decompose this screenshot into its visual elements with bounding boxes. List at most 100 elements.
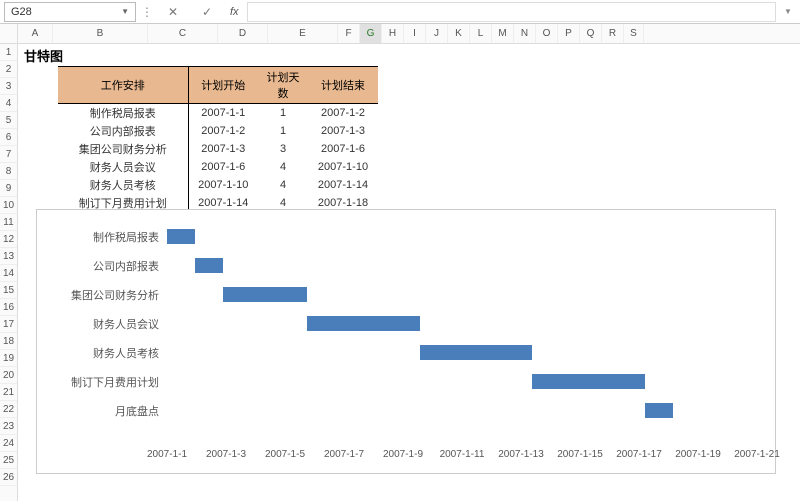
gantt-label: 月底盘点: [115, 396, 167, 425]
column-header[interactable]: J: [426, 24, 448, 43]
row-header[interactable]: 1: [0, 44, 17, 61]
row-header[interactable]: 11: [0, 214, 17, 231]
table-cell: 2007-1-2: [308, 104, 378, 123]
row-header[interactable]: 13: [0, 248, 17, 265]
data-table: 工作安排计划开始计划天数计划结束 制作税局报表2007-1-112007-1-2…: [58, 66, 378, 231]
formula-toolbar: G28 ▼ ⋮ ✕ ✓ fx ▼: [0, 0, 800, 24]
table-cell: 2007-1-3: [308, 122, 378, 140]
row-header[interactable]: 20: [0, 367, 17, 384]
row-header[interactable]: 2: [0, 61, 17, 78]
table-cell: 2007-1-2: [188, 122, 258, 140]
row-header[interactable]: 21: [0, 384, 17, 401]
accept-icon[interactable]: ✓: [192, 2, 222, 22]
gantt-label: 财务人员会议: [93, 309, 167, 338]
row-header[interactable]: 15: [0, 282, 17, 299]
x-tick: 2007-1-1: [142, 449, 192, 460]
chevron-down-icon[interactable]: ▼: [121, 7, 129, 16]
column-header[interactable]: D: [218, 24, 268, 43]
column-header[interactable]: G: [360, 24, 382, 43]
row-header[interactable]: 5: [0, 112, 17, 129]
row-gutter: 1234567891011121314151617181920212223242…: [0, 24, 18, 501]
grid: ABCDEFGHIJKLMNOPQRS 甘特图 工作安排计划开始计划天数计划结束…: [18, 24, 800, 501]
column-header[interactable]: L: [470, 24, 492, 43]
table-cell: 集团公司财务分析: [58, 140, 188, 158]
table-cell: 4: [258, 158, 308, 176]
column-header[interactable]: H: [382, 24, 404, 43]
column-header[interactable]: I: [404, 24, 426, 43]
row-header[interactable]: 19: [0, 350, 17, 367]
row-header[interactable]: 24: [0, 435, 17, 452]
spreadsheet: 1234567891011121314151617181920212223242…: [0, 24, 800, 501]
column-header[interactable]: R: [602, 24, 624, 43]
gantt-label: 公司内部报表: [93, 251, 167, 280]
table-cell: 2007-1-10: [188, 176, 258, 194]
row-header[interactable]: 9: [0, 180, 17, 197]
column-header[interactable]: B: [53, 24, 148, 43]
table-row: 财务人员考核2007-1-1042007-1-14: [58, 176, 378, 194]
x-tick: 2007-1-5: [260, 449, 310, 460]
gantt-bar: [195, 258, 223, 273]
column-header[interactable]: O: [536, 24, 558, 43]
column-header[interactable]: K: [448, 24, 470, 43]
column-header-row: ABCDEFGHIJKLMNOPQRS: [18, 24, 800, 44]
name-box[interactable]: G28 ▼: [4, 2, 136, 22]
table-cell: 1: [258, 104, 308, 123]
row-header[interactable]: 4: [0, 95, 17, 112]
column-header[interactable]: E: [268, 24, 338, 43]
fx-icon[interactable]: fx: [230, 6, 239, 18]
separator: ⋮: [140, 5, 154, 19]
table-cell: 2007-1-10: [308, 158, 378, 176]
table-cell: 2007-1-3: [188, 140, 258, 158]
row-header[interactable]: 16: [0, 299, 17, 316]
table-cell: 制作税局报表: [58, 104, 188, 123]
x-axis: 2007-1-12007-1-32007-1-52007-1-72007-1-9…: [167, 449, 755, 465]
gantt-row: 集团公司财务分析: [47, 280, 765, 309]
row-header[interactable]: 18: [0, 333, 17, 350]
table-row: 财务人员会议2007-1-642007-1-10: [58, 158, 378, 176]
column-header[interactable]: A: [18, 24, 53, 43]
column-header[interactable]: Q: [580, 24, 602, 43]
gantt-label: 财务人员考核: [93, 338, 167, 367]
table-header: 计划结束: [308, 67, 378, 104]
row-header[interactable]: 8: [0, 163, 17, 180]
column-header[interactable]: C: [148, 24, 218, 43]
row-header[interactable]: 10: [0, 197, 17, 214]
cancel-icon[interactable]: ✕: [158, 2, 188, 22]
row-header[interactable]: 22: [0, 401, 17, 418]
row-header[interactable]: 26: [0, 469, 17, 486]
gantt-bar: [307, 316, 419, 331]
row-header[interactable]: 12: [0, 231, 17, 248]
column-header[interactable]: M: [492, 24, 514, 43]
x-tick: 2007-1-17: [614, 449, 664, 460]
column-header[interactable]: P: [558, 24, 580, 43]
table-cell: 2007-1-1: [188, 104, 258, 123]
row-header[interactable]: 7: [0, 146, 17, 163]
formula-bar[interactable]: [247, 2, 776, 22]
row-header[interactable]: 14: [0, 265, 17, 282]
table-cell: 公司内部报表: [58, 122, 188, 140]
table-cell: 4: [258, 176, 308, 194]
column-header[interactable]: S: [624, 24, 644, 43]
chevron-down-icon[interactable]: ▼: [780, 7, 796, 16]
table-header: 工作安排: [58, 67, 188, 104]
row-header[interactable]: 23: [0, 418, 17, 435]
x-tick: 2007-1-19: [673, 449, 723, 460]
gantt-chart[interactable]: 制作税局报表公司内部报表集团公司财务分析财务人员会议财务人员考核制订下月费用计划…: [36, 209, 776, 474]
select-all-corner[interactable]: [0, 24, 17, 44]
x-tick: 2007-1-21: [732, 449, 782, 460]
gantt-bar: [645, 403, 673, 418]
row-header[interactable]: 17: [0, 316, 17, 333]
gantt-label: 制订下月费用计划: [71, 367, 167, 396]
gantt-row: 财务人员考核: [47, 338, 765, 367]
row-header[interactable]: 25: [0, 452, 17, 469]
row-header[interactable]: 3: [0, 78, 17, 95]
row-header[interactable]: 6: [0, 129, 17, 146]
table-header: 计划天数: [258, 67, 308, 104]
table-cell: 2007-1-6: [188, 158, 258, 176]
column-header[interactable]: N: [514, 24, 536, 43]
gantt-row: 公司内部报表: [47, 251, 765, 280]
x-tick: 2007-1-9: [378, 449, 428, 460]
page-title: 甘特图: [24, 46, 63, 65]
column-header[interactable]: F: [338, 24, 360, 43]
x-tick: 2007-1-13: [496, 449, 546, 460]
